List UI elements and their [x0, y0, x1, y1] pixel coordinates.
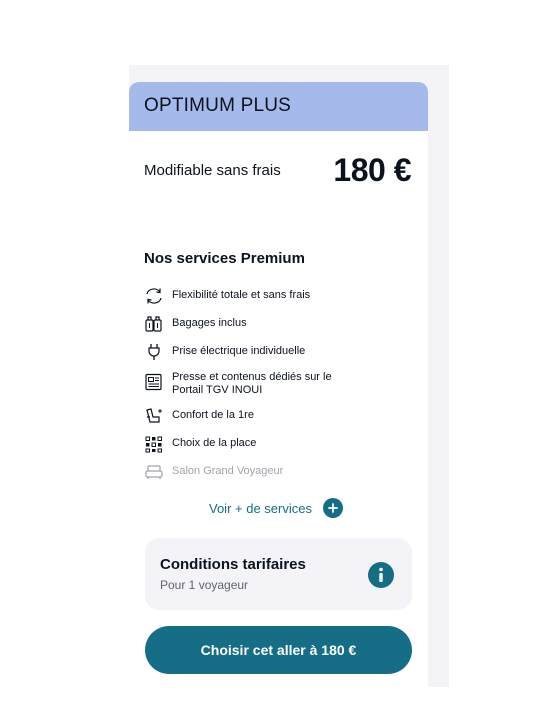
service-item-luggage: Bagages inclus [144, 315, 347, 335]
offer-title: OPTIMUM PLUS [144, 95, 292, 116]
more-services-label: Voir + de services [209, 500, 312, 516]
service-label: Presse et contenus dédiés sur le Portail… [172, 371, 332, 396]
fare-conditions-card[interactable]: Conditions tarifaires Pour 1 voyageur [145, 538, 412, 610]
service-label: Salon Grand Voyageur [172, 465, 284, 477]
seat-map-icon [145, 436, 162, 453]
service-item-seat-choice: Choix de la place [144, 435, 347, 455]
service-label: Prise électrique individuelle [172, 345, 306, 357]
services-title: Nos services Premium [144, 250, 305, 267]
fare-conditions-title: Conditions tarifaires [160, 556, 306, 573]
service-label: Choix de la place [172, 437, 257, 449]
more-services-link[interactable]: Voir + de services [209, 497, 343, 519]
choose-outbound-button[interactable]: Choisir cet aller à 180 € [145, 626, 412, 674]
offer-card: OPTIMUM PLUS Modifiable sans frais 180 €… [129, 82, 428, 687]
price-label: Modifiable sans frais [144, 162, 281, 179]
service-item-comfort: Confort de la 1re [144, 407, 347, 427]
service-label: Bagages inclus [172, 317, 247, 329]
exchange-arrows-icon [146, 288, 162, 304]
service-label: Confort de la 1re [172, 409, 254, 421]
luggage-icon [145, 316, 162, 332]
comfort-seat-icon [146, 408, 162, 423]
newspaper-icon [145, 373, 162, 391]
plus-icon [322, 498, 343, 518]
power-plug-icon [148, 344, 160, 360]
offer-header: OPTIMUM PLUS [129, 82, 428, 131]
service-item-press: Presse et contenus dédiés sur le Portail… [144, 369, 347, 399]
fare-conditions-subtitle: Pour 1 voyageur [160, 578, 249, 592]
service-item-lounge: Salon Grand Voyageur [144, 463, 347, 483]
service-label: Flexibilité totale et sans frais [172, 289, 311, 301]
price-value: 180 € [333, 152, 411, 188]
info-icon[interactable] [368, 562, 394, 588]
lounge-sofa-icon [145, 465, 163, 479]
service-item-flexibility: Flexibilité totale et sans frais [144, 287, 347, 307]
service-item-power: Prise électrique individuelle [144, 343, 347, 363]
